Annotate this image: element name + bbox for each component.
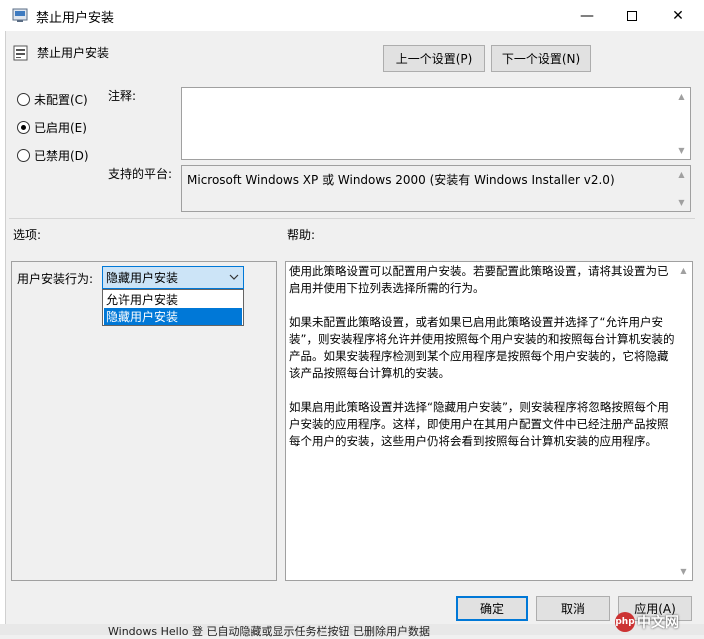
scroll-down-icon[interactable]: ▼ — [673, 194, 690, 211]
radio-label: 未配置(C) — [34, 93, 88, 107]
background-window-text: Windows Hello 登 已自动隐藏或显示任务栏按钮 已删除用户数据 — [108, 625, 430, 638]
comment-textarea[interactable]: ▲ ▼ — [181, 87, 691, 160]
cancel-button[interactable]: 取消 — [536, 596, 610, 621]
scroll-down-icon[interactable]: ▼ — [673, 142, 690, 159]
platform-value: Microsoft Windows XP 或 Windows 2000 (安装有… — [187, 173, 615, 187]
minimize-button[interactable]: — — [564, 0, 610, 31]
watermark-text: 中文网 — [637, 615, 679, 631]
behavior-select[interactable]: 隐藏用户安装 — [102, 266, 244, 289]
help-paragraph: 如果启用此策略设置并选择“隐藏用户安装”，则安装程序将忽略按照每个用户安装的应用… — [289, 400, 669, 448]
radio-label: 已启用(E) — [34, 121, 87, 135]
background-window-edge — [0, 31, 6, 624]
chevron-down-icon[interactable] — [226, 268, 242, 286]
radio-label: 已禁用(D) — [34, 149, 89, 163]
dropdown-option-allow[interactable]: 允许用户安装 — [104, 291, 242, 308]
policy-setting-icon — [13, 45, 29, 61]
comment-label: 注释: — [108, 89, 137, 103]
options-title: 选项: — [13, 228, 42, 242]
radio-circle[interactable] — [17, 149, 30, 162]
section-divider — [9, 218, 695, 219]
maximize-icon — [627, 10, 637, 21]
radio-not-configured[interactable]: 未配置(C) — [17, 91, 88, 108]
help-paragraph: 使用此策略设置可以配置用户安装。若要配置此策略设置，请将其设置为已启用并使用下拉… — [289, 264, 669, 295]
scroll-up-icon[interactable]: ▲ — [673, 166, 690, 183]
policy-name: 禁止用户安装 — [37, 46, 110, 60]
close-button[interactable]: ✕ — [655, 0, 701, 31]
platform-label: 支持的平台: — [108, 167, 173, 181]
scroll-up-icon[interactable]: ▲ — [673, 88, 690, 105]
maximize-button[interactable] — [609, 0, 655, 31]
policy-app-icon — [12, 7, 30, 23]
radio-enabled[interactable]: 已启用(E) — [17, 119, 87, 136]
dropdown-option-hide[interactable]: 隐藏用户安装 — [104, 308, 242, 325]
radio-disabled[interactable]: 已禁用(D) — [17, 147, 89, 164]
behavior-label: 用户安装行为: — [17, 272, 94, 286]
help-paragraph: 如果未配置此策略设置，或者如果已启用此策略设置并选择了“允许用户安装”，则安装程… — [289, 315, 675, 380]
radio-circle[interactable] — [17, 93, 30, 106]
radio-circle[interactable] — [17, 121, 30, 134]
comment-scrollbar[interactable]: ▲ ▼ — [673, 88, 690, 159]
help-title: 帮助: — [287, 228, 316, 242]
previous-setting-button[interactable]: 上一个设置(P) — [383, 45, 485, 72]
scroll-up-icon[interactable]: ▲ — [675, 262, 692, 279]
help-text: 使用此策略设置可以配置用户安装。若要配置此策略设置，请将其设置为已启用并使用下拉… — [289, 263, 675, 467]
help-scrollbar[interactable]: ▲ ▼ — [675, 262, 692, 580]
watermark: php 中文网 — [615, 612, 679, 632]
behavior-selected-value: 隐藏用户安装 — [106, 271, 179, 285]
watermark-logo: php — [615, 612, 635, 632]
behavior-dropdown-list: 允许用户安装 隐藏用户安装 — [102, 289, 244, 326]
window-title: 禁止用户安装 — [36, 11, 115, 26]
scroll-down-icon[interactable]: ▼ — [675, 563, 692, 580]
ok-button[interactable]: 确定 — [456, 596, 528, 621]
platform-scrollbar[interactable]: ▲ ▼ — [673, 166, 690, 211]
next-setting-button[interactable]: 下一个设置(N) — [491, 45, 591, 72]
